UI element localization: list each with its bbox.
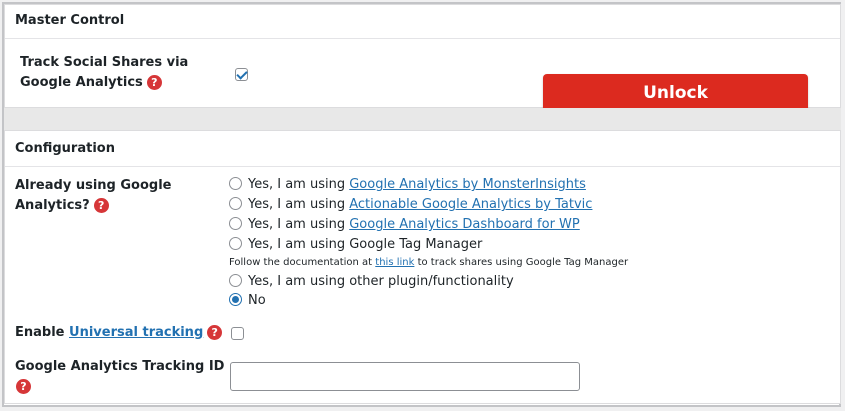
already-using-label: Already using Google Analytics?? (15, 176, 171, 216)
option-tag-manager[interactable]: Yes, I am using Google Tag Manager (229, 236, 482, 254)
track-label: Track Social Shares via Google Analytics… (20, 53, 188, 93)
dashboard-wp-link[interactable]: Google Analytics Dashboard for WP (349, 217, 580, 232)
radio-no[interactable] (229, 293, 242, 306)
option-no-label: No (248, 293, 266, 308)
track-label-line1: Track Social Shares via (20, 55, 189, 70)
universal-tracking-checkbox[interactable] (231, 327, 244, 340)
note-text-after: to track shares using Google Tag Manager (414, 257, 629, 268)
section-separator (4, 108, 841, 130)
option-prefix: Yes, I am using (248, 177, 350, 192)
radio-dashboard-wp[interactable] (229, 217, 242, 230)
configuration-title: Configuration (15, 141, 115, 156)
track-label-line2: Google Analytics (20, 75, 143, 90)
radio-tatvic[interactable] (229, 197, 242, 210)
tatvic-link[interactable]: Actionable Google Analytics by Tatvic (349, 197, 592, 212)
help-icon[interactable]: ? (146, 75, 162, 90)
help-icon[interactable]: ? (16, 379, 31, 394)
tag-manager-note: Follow the documentation at this link to… (229, 257, 628, 268)
radio-monsterinsights[interactable] (229, 177, 242, 190)
option-other-plugin[interactable]: Yes, I am using other plugin/functionali… (229, 273, 514, 291)
help-icon[interactable]: ? (207, 325, 223, 340)
enable-universal-label: Enable Universal tracking? (15, 323, 223, 343)
radio-other-plugin[interactable] (229, 274, 242, 287)
note-text-before: Follow the documentation at (229, 257, 376, 268)
option-monsterinsights[interactable]: Yes, I am using Google Analytics by Mons… (229, 176, 586, 194)
enable-prefix: Enable (15, 325, 70, 340)
option-dashboard-wp[interactable]: Yes, I am using Google Analytics Dashboa… (229, 216, 580, 234)
option-other-label: Yes, I am using other plugin/functionali… (248, 274, 514, 289)
option-prefix: Yes, I am using (248, 217, 350, 232)
track-social-shares-checkbox[interactable] (235, 68, 248, 81)
option-tatvic[interactable]: Yes, I am using Actionable Google Analyt… (229, 196, 592, 214)
config-divider (5, 166, 840, 167)
tracking-id-text: Google Analytics Tracking ID (15, 359, 225, 374)
tracking-id-label: Google Analytics Tracking ID ? (15, 357, 224, 397)
option-prefix: Yes, I am using (248, 197, 350, 212)
tracking-id-input[interactable] (230, 362, 580, 391)
universal-tracking-link[interactable]: Universal tracking (69, 325, 203, 340)
documentation-link[interactable]: this link (375, 257, 414, 268)
option-tag-manager-label: Yes, I am using Google Tag Manager (248, 237, 483, 252)
option-no[interactable]: No (229, 292, 266, 310)
radio-tag-manager[interactable] (229, 237, 242, 250)
master-divider (5, 38, 840, 39)
help-icon[interactable]: ? (93, 198, 109, 213)
monsterinsights-link[interactable]: Google Analytics by MonsterInsights (349, 177, 586, 192)
already-using-line2: Analytics? (15, 198, 90, 213)
already-using-line1: Already using Google (15, 178, 172, 193)
master-control-title: Master Control (15, 13, 125, 28)
